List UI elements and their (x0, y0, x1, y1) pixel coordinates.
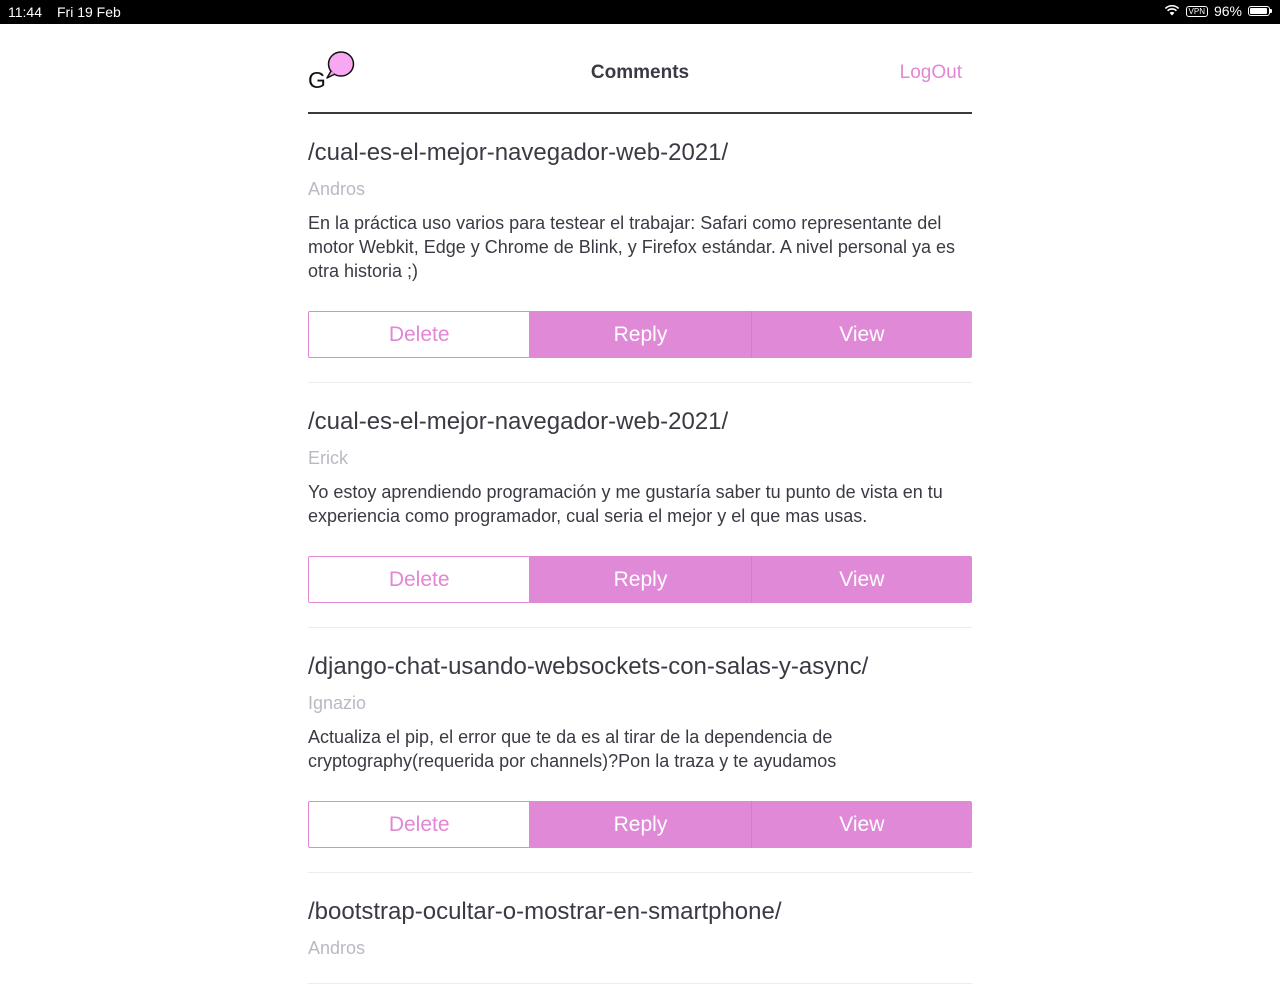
view-button[interactable]: View (751, 801, 972, 848)
reply-button[interactable]: Reply (530, 801, 752, 848)
wifi-icon (1164, 3, 1180, 19)
comment-actions: Delete Reply View (308, 556, 972, 603)
comment-text: Actualiza el pip, el error que te da es … (308, 727, 837, 771)
comment-card: /django-chat-usando-websockets-con-salas… (308, 628, 972, 873)
comment-text: En la práctica uso varios para testear e… (308, 213, 955, 281)
reply-button[interactable]: Reply (530, 556, 752, 603)
comment-text: Yo estoy aprendiendo programación y me g… (308, 482, 943, 526)
comment-post-path: /django-chat-usando-websockets-con-salas… (308, 653, 869, 680)
comment-post-path: /cual-es-el-mejor-navegador-web-2021/ (308, 139, 729, 166)
comment-author: Ignazio (308, 693, 367, 713)
reply-button[interactable]: Reply (530, 311, 752, 358)
page-title: Comments (590, 62, 690, 83)
status-bar: 11:44 Fri 19 Feb VPN 96% (0, 0, 1280, 24)
delete-button[interactable]: Delete (308, 311, 531, 358)
status-indicators: VPN 96% (1164, 3, 1272, 19)
vpn-icon: VPN (1185, 5, 1208, 17)
comment-card: /bootstrap-ocultar-o-mostrar-en-smartpho… (308, 873, 972, 984)
view-button[interactable]: View (751, 556, 972, 603)
comment-card: /cual-es-el-mejor-navegador-web-2021/Eri… (308, 383, 972, 628)
comment-post-path: /bootstrap-ocultar-o-mostrar-en-smartpho… (308, 898, 782, 925)
delete-button[interactable]: Delete (308, 556, 531, 603)
comment-post-path: /cual-es-el-mejor-navegador-web-2021/ (308, 408, 729, 435)
delete-button[interactable]: Delete (308, 801, 531, 848)
main-container: G Comments LogOut /cual-es-el-mejor-nave… (308, 24, 972, 984)
comment-author: Andros (308, 179, 366, 199)
comment-actions: Delete Reply View (308, 311, 972, 358)
view-button[interactable]: View (751, 311, 972, 358)
logout-link[interactable]: LogOut (900, 62, 962, 84)
navbar: G Comments LogOut (308, 24, 972, 114)
battery-fill (1250, 8, 1267, 14)
comment-actions: Delete Reply View (308, 801, 972, 848)
status-date: Fri 19 Feb (57, 4, 121, 20)
status-time: 11:44 (8, 4, 42, 20)
battery-icon (1248, 6, 1272, 16)
comment-card: /cual-es-el-mejor-navegador-web-2021/And… (308, 114, 972, 383)
comment-author: Andros (308, 938, 366, 958)
comment-list: /cual-es-el-mejor-navegador-web-2021/And… (308, 114, 972, 984)
comment-author: Erick (308, 448, 348, 468)
battery-percentage: 96% (1213, 3, 1242, 19)
